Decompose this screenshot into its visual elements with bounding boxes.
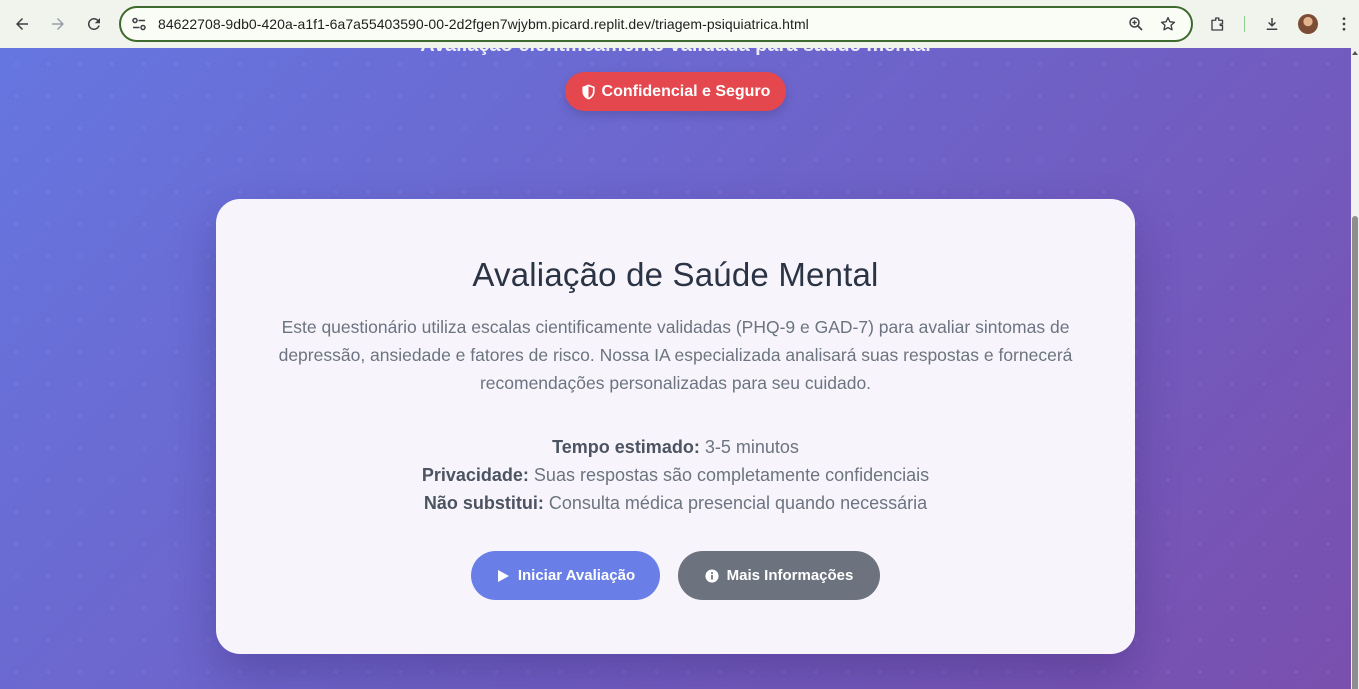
more-info-label: Mais Informações [726, 567, 854, 584]
confidential-badge: Confidencial e Seguro [565, 72, 786, 111]
card-description: Este questionário utiliza escalas cienti… [278, 317, 1073, 393]
bookmark-star-icon[interactable] [1159, 15, 1177, 33]
badge-label: Confidencial e Seguro [601, 82, 771, 100]
start-assessment-label: Iniciar Avaliação [517, 567, 636, 584]
info-item-time: Tempo estimado: 3-5 minutos [216, 433, 1135, 461]
info-value: Consulta médica presencial quando necess… [548, 493, 928, 513]
site-settings-icon[interactable] [131, 16, 147, 32]
shield-icon [581, 84, 595, 99]
scrollbar-thumb[interactable] [1352, 216, 1358, 689]
browser-toolbar: 84622708-9db0-420a-a1f1-6a7a55403590-00-… [0, 0, 1359, 48]
forward-icon[interactable] [43, 9, 73, 39]
info-value: Suas respostas são completamente confide… [533, 465, 930, 485]
info-item-disclaimer: Não substitui: Consulta médica presencia… [216, 489, 1135, 517]
url-text[interactable]: 84622708-9db0-420a-a1f1-6a7a55403590-00-… [158, 16, 809, 32]
info-value: 3-5 minutos [704, 437, 799, 457]
toolbar-divider [1244, 16, 1245, 32]
info-item-privacy: Privacidade: Suas respostas são completa… [216, 461, 1135, 489]
more-menu-icon[interactable] [1329, 9, 1359, 39]
zoom-icon[interactable] [1127, 15, 1145, 33]
page-viewport: Avaliação cientificamente validada para … [0, 48, 1351, 689]
profile-avatar[interactable] [1298, 14, 1318, 34]
card-title: Avaliação de Saúde Mental [472, 256, 879, 293]
reload-icon[interactable] [79, 9, 109, 39]
info-label: Não substitui: [423, 493, 544, 513]
download-icon[interactable] [1257, 9, 1287, 39]
scroll-up-arrow-icon[interactable] [1352, 50, 1358, 56]
info-icon [705, 568, 719, 583]
page-scrollbar[interactable] [1351, 48, 1359, 689]
play-icon [497, 569, 509, 582]
info-label: Tempo estimado: [552, 437, 700, 457]
assessment-card: Avaliação de Saúde Mental Este questioná… [216, 199, 1135, 654]
info-label: Privacidade: [421, 465, 529, 485]
start-assessment-button[interactable]: Iniciar Avaliação [471, 551, 660, 600]
back-icon[interactable] [7, 9, 37, 39]
hero-subtitle: Avaliação cientificamente validada para … [0, 48, 1351, 57]
info-list: Tempo estimado: 3-5 minutos Privacidade:… [216, 433, 1135, 517]
address-bar[interactable]: 84622708-9db0-420a-a1f1-6a7a55403590-00-… [119, 6, 1193, 42]
extensions-icon[interactable] [1203, 9, 1233, 39]
more-info-button[interactable]: Mais Informações [678, 551, 880, 600]
